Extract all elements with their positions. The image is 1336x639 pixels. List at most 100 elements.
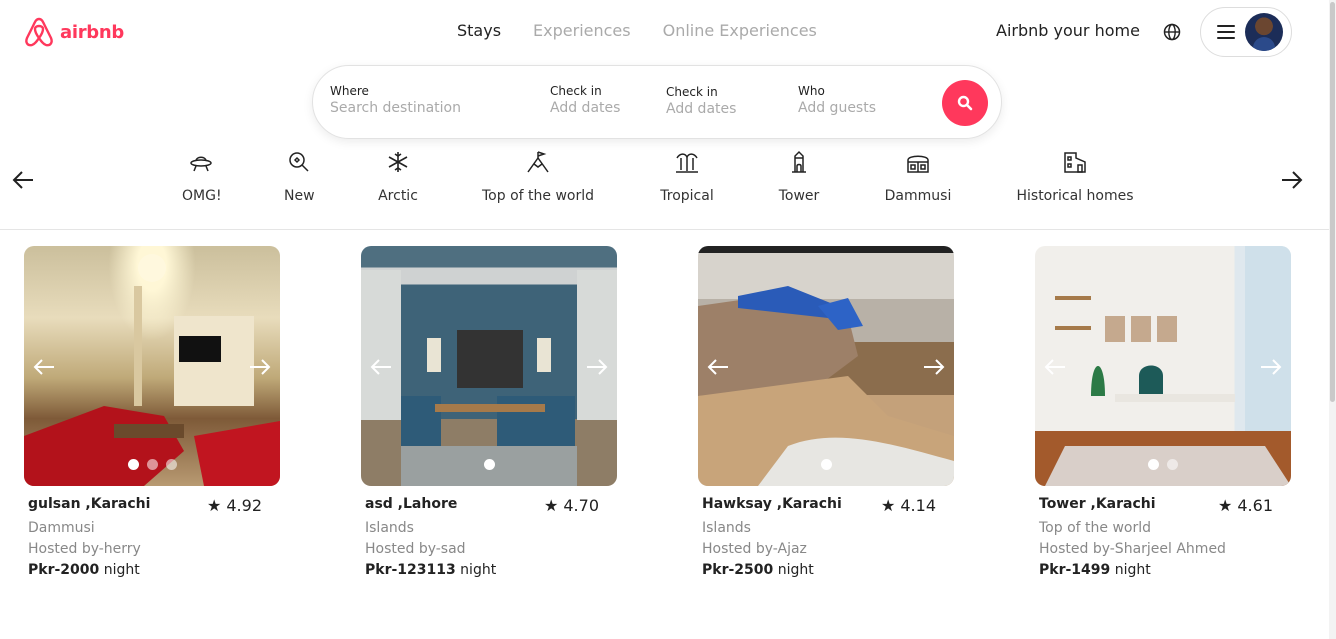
nav-stays[interactable]: Stays	[457, 21, 501, 40]
checkout-field[interactable]: Check in Add dates	[666, 85, 736, 117]
category-prev-arrow-icon[interactable]	[11, 168, 35, 192]
photo-dots	[24, 459, 280, 470]
logo-text: airbnb	[60, 21, 124, 43]
category-label: Dammusi	[884, 188, 952, 204]
category-label: Arctic	[378, 188, 418, 204]
photo-next-arrow-icon[interactable]	[922, 358, 946, 376]
category-label: New	[284, 188, 315, 204]
photo-dot[interactable]	[165, 459, 177, 470]
checkin-field[interactable]: Check in Add dates	[550, 84, 620, 116]
header: airbnb Stays Experiences Online Experien…	[0, 0, 1336, 64]
category-tower[interactable]: Tower	[778, 150, 820, 204]
listing-card[interactable]: Tower ,Karachi ★ 4.61 Top of the world H…	[1035, 246, 1291, 578]
listing-info: Tower ,Karachi ★ 4.61 Top of the world H…	[1035, 486, 1291, 578]
listing-title: Tower ,Karachi	[1039, 496, 1156, 512]
listing-host: Hosted by-Sharjeel Ahmed	[1039, 541, 1226, 557]
photo-prev-arrow-icon[interactable]	[369, 358, 393, 376]
photo-dot[interactable]	[127, 459, 139, 470]
beach-huts-image	[698, 286, 954, 486]
listing-photo[interactable]	[361, 246, 617, 486]
listing-host: Hosted by-Ajaz	[702, 541, 807, 557]
airbnb-logo-icon	[25, 17, 53, 47]
listing-photo[interactable]	[24, 246, 280, 486]
listing-info: asd ,Lahore ★ 4.70 Islands Hosted by-sad…	[361, 486, 617, 578]
listing-category: Islands	[365, 520, 414, 536]
category-label: Top of the world	[482, 188, 594, 204]
listing-photo[interactable]	[698, 246, 954, 486]
who-input[interactable]: Add guests	[798, 100, 876, 116]
nav-experiences[interactable]: Experiences	[533, 21, 631, 40]
price-unit: night	[773, 562, 814, 578]
globe-icon[interactable]	[1163, 23, 1181, 41]
category-label: OMG!	[182, 188, 222, 204]
photo-prev-arrow-icon[interactable]	[1043, 358, 1067, 376]
category-tropical[interactable]: Tropical	[659, 150, 715, 204]
new-sparkle-icon	[289, 152, 309, 172]
photo-next-arrow-icon[interactable]	[1259, 358, 1283, 376]
living-room-image	[24, 254, 280, 486]
category-omg[interactable]: OMG!	[182, 150, 222, 204]
where-field[interactable]: Where Search destination	[330, 84, 461, 116]
photo-prev-arrow-icon[interactable]	[32, 358, 56, 376]
price-amount: Pkr-2500	[702, 562, 774, 578]
user-menu-button[interactable]	[1200, 7, 1292, 57]
scrollbar-thumb[interactable]	[1330, 2, 1335, 402]
photo-dot[interactable]	[1167, 459, 1178, 470]
search-button[interactable]	[942, 80, 988, 126]
photo-dot[interactable]	[820, 459, 832, 470]
price-unit: night	[455, 562, 497, 578]
photo-dots	[698, 459, 954, 470]
category-top-of-the-world[interactable]: Top of the world	[482, 150, 594, 204]
listing-title: asd ,Lahore	[365, 496, 458, 512]
listing-title: Hawksay ,Karachi	[702, 496, 842, 512]
listing-card[interactable]: Hawksay ,Karachi ★ 4.14 Islands Hosted b…	[698, 246, 954, 578]
checkin-input[interactable]: Add dates	[550, 100, 620, 116]
listing-rating: ★ 4.14	[880, 496, 936, 515]
price-unit: night	[99, 562, 140, 578]
photo-dot[interactable]	[1148, 459, 1159, 470]
category-label: Tropical	[660, 188, 714, 204]
listing-title: gulsan ,Karachi	[28, 496, 151, 512]
photo-prev-arrow-icon[interactable]	[706, 358, 730, 376]
who-field[interactable]: Who Add guests	[798, 84, 876, 116]
tv-lounge-image	[361, 270, 617, 486]
search-bar: Where Search destination Check in Add da…	[312, 65, 1002, 139]
airbnb-logo[interactable]: airbnb	[24, 16, 124, 48]
checkout-input[interactable]: Add dates	[666, 101, 736, 117]
listing-card[interactable]: asd ,Lahore ★ 4.70 Islands Hosted by-sad…	[361, 246, 617, 578]
category-label: Historical homes	[1016, 188, 1134, 204]
photo-dots	[361, 459, 617, 470]
who-label: Who	[798, 84, 825, 98]
study-room-image	[1035, 246, 1291, 486]
photo-dots	[1035, 459, 1291, 470]
category-historical-homes[interactable]: Historical homes	[1016, 150, 1134, 204]
checkout-label: Check in	[666, 85, 718, 99]
category-new[interactable]: New	[284, 150, 315, 204]
search-icon	[957, 95, 973, 111]
listing-price: Pkr-123113 night	[365, 562, 496, 578]
photo-next-arrow-icon[interactable]	[248, 358, 272, 376]
listing-card[interactable]: gulsan ,Karachi ★ 4.92 Dammusi Hosted by…	[24, 246, 280, 578]
photo-dot[interactable]	[146, 459, 158, 470]
hamburger-icon	[1217, 25, 1235, 39]
listing-category: Top of the world	[1039, 520, 1151, 536]
category-next-arrow-icon[interactable]	[1280, 168, 1304, 192]
page-scrollbar[interactable]	[1329, 0, 1336, 639]
listing-photo[interactable]	[1035, 246, 1291, 486]
host-home-link[interactable]: Airbnb your home	[996, 21, 1140, 40]
category-dammusi[interactable]: Dammusi	[884, 150, 952, 204]
category-label: Tower	[778, 188, 820, 204]
photo-dot[interactable]	[483, 459, 495, 470]
listing-rating: ★ 4.92	[206, 496, 262, 515]
price-amount: Pkr-123113	[365, 562, 456, 578]
where-label: Where	[330, 84, 369, 98]
photo-next-arrow-icon[interactable]	[585, 358, 609, 376]
where-input[interactable]: Search destination	[330, 100, 461, 116]
mountain-flag-icon	[527, 151, 549, 173]
listing-category: Dammusi	[28, 520, 95, 536]
listing-price: Pkr-1499 night	[1039, 562, 1151, 578]
nav-online-experiences[interactable]: Online Experiences	[663, 21, 817, 40]
category-arctic[interactable]: Arctic	[378, 150, 418, 204]
listing-rating: ★ 4.61	[1217, 496, 1273, 515]
top-nav: Stays Experiences Online Experiences	[457, 21, 817, 40]
